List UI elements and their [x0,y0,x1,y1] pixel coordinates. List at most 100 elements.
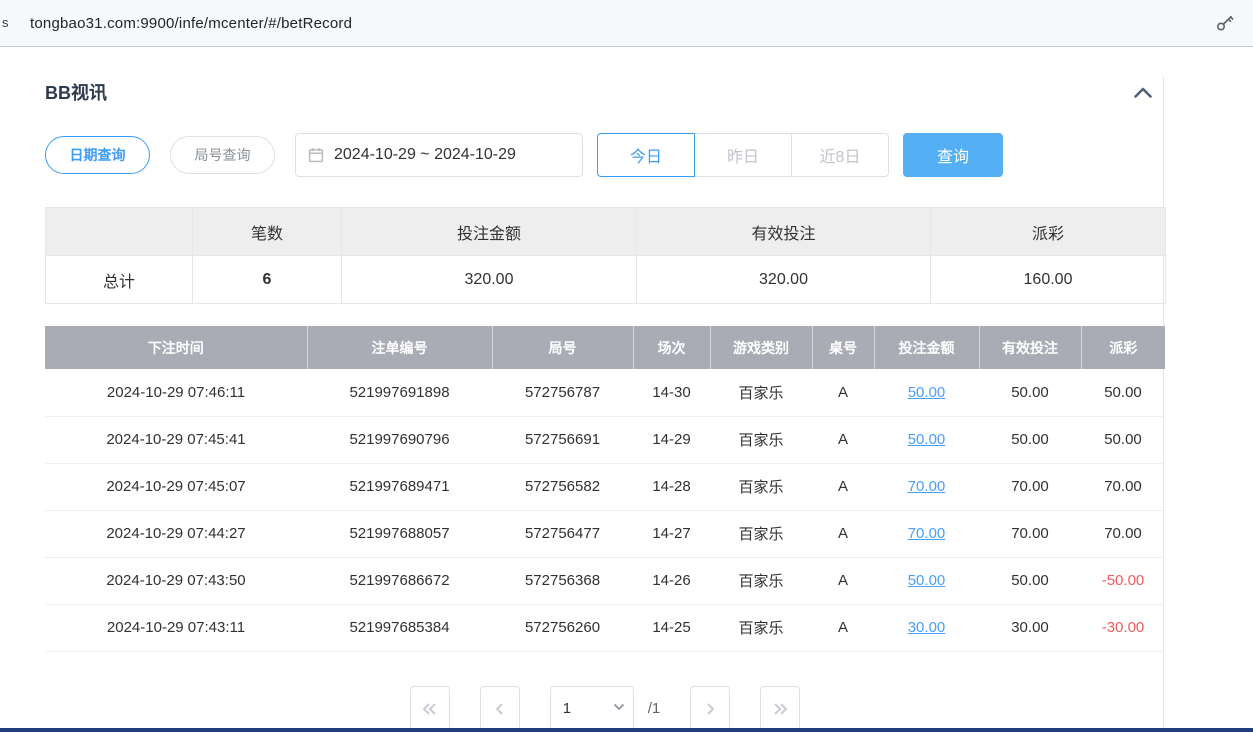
cell-order: 521997686672 [307,557,492,604]
cell-round: 572756582 [492,463,633,510]
date-query-tab[interactable]: 日期查询 [45,136,150,174]
cell-valid: 50.00 [979,369,1081,416]
cell-order: 521997690796 [307,416,492,463]
cell-valid: 50.00 [979,416,1081,463]
cell-round: 572756691 [492,416,633,463]
cell-time: 2024-10-29 07:43:50 [45,557,307,604]
cell-order: 521997691898 [307,369,492,416]
bet-amount-link[interactable]: 50.00 [908,431,946,448]
cell-game: 百家乐 [710,510,812,557]
bet-amount-link[interactable]: 50.00 [908,572,946,589]
search-button[interactable]: 查询 [903,133,1003,177]
summary-total-count: 6 [193,256,342,304]
collapse-chevron-up-icon[interactable] [1133,86,1153,99]
pagination: 1 /1 [45,686,1165,732]
url-text[interactable]: tongbao31.com:9900/infe/mcenter/#/betRec… [30,15,352,32]
prev-page-button[interactable] [480,686,520,732]
summary-header-count: 笔数 [193,208,342,256]
date-range-value: 2024-10-29 ~ 2024-10-29 [334,146,516,164]
header-order-number: 注单编号 [307,326,492,369]
cell-session: 14-30 [633,369,710,416]
summary-header-valid-bet: 有效投注 [637,208,931,256]
cell-payout: -30.00 [1081,604,1165,651]
date-range-input[interactable]: 2024-10-29 ~ 2024-10-29 [295,133,583,177]
cell-bet: 50.00 [874,369,979,416]
bottom-edge-bar [0,728,1253,732]
cell-round: 572756787 [492,369,633,416]
table-row: 2024-10-29 07:43:50521997686672572756368… [45,557,1165,604]
cell-bet: 30.00 [874,604,979,651]
summary-total-label: 总计 [46,256,193,304]
header-bet-amount: 投注金额 [874,326,979,369]
cell-session: 14-29 [633,416,710,463]
bet-table-body: 2024-10-29 07:46:11521997691898572756787… [45,369,1165,651]
summary-total-bet-amount: 320.00 [342,256,637,304]
quick-date-group: 今日 昨日 近8日 [597,133,889,177]
header-bet-time: 下注时间 [45,326,307,369]
cell-table: A [812,557,874,604]
cell-payout: 70.00 [1081,510,1165,557]
cell-table: A [812,463,874,510]
cell-session: 14-26 [633,557,710,604]
summary-table: 笔数 投注金额 有效投注 派彩 总计 6 320.00 320.00 160.0… [45,207,1166,304]
summary-header-row: 笔数 投注金额 有效投注 派彩 [46,208,1166,256]
cell-round: 572756368 [492,557,633,604]
cell-payout: 50.00 [1081,416,1165,463]
calendar-icon [308,147,324,163]
cell-valid: 70.00 [979,463,1081,510]
last-8-days-button[interactable]: 近8日 [791,133,889,177]
header-round-number: 局号 [492,326,633,369]
next-page-button[interactable] [690,686,730,732]
cell-round: 572756260 [492,604,633,651]
cell-table: A [812,604,874,651]
password-key-icon[interactable] [1215,13,1237,33]
first-page-button[interactable] [410,686,450,732]
summary-header-empty [46,208,193,256]
page-title: BB视讯 [45,79,107,105]
panel-header: BB视讯 [45,77,1165,107]
bet-amount-link[interactable]: 70.00 [908,478,946,495]
bet-amount-link[interactable]: 30.00 [908,619,946,636]
header-session: 场次 [633,326,710,369]
browser-top-bar: s tongbao31.com:9900/infe/mcenter/#/betR… [0,0,1253,47]
filter-row: 日期查询 局号查询 2024-10-29 ~ 2024-10-29 今日 昨日 … [45,133,1165,177]
round-query-tab[interactable]: 局号查询 [170,136,275,174]
cell-bet: 50.00 [874,416,979,463]
summary-total-row: 总计 6 320.00 320.00 160.00 [46,256,1166,304]
table-row: 2024-10-29 07:45:41521997690796572756691… [45,416,1165,463]
cell-game: 百家乐 [710,369,812,416]
cell-round: 572756477 [492,510,633,557]
cell-valid: 30.00 [979,604,1081,651]
page-total-label: /1 [648,700,661,717]
table-row: 2024-10-29 07:44:27521997688057572756477… [45,510,1165,557]
cell-time: 2024-10-29 07:45:07 [45,463,307,510]
cell-session: 14-28 [633,463,710,510]
page-select[interactable]: 1 [550,686,634,732]
cell-order: 521997685384 [307,604,492,651]
bet-amount-link[interactable]: 70.00 [908,525,946,542]
cell-game: 百家乐 [710,416,812,463]
cell-game: 百家乐 [710,557,812,604]
cell-valid: 70.00 [979,510,1081,557]
header-game-type: 游戏类别 [710,326,812,369]
cell-time: 2024-10-29 07:44:27 [45,510,307,557]
cell-payout: -50.00 [1081,557,1165,604]
cell-game: 百家乐 [710,463,812,510]
summary-total-payout: 160.00 [931,256,1166,304]
cell-valid: 50.00 [979,557,1081,604]
today-button[interactable]: 今日 [597,133,695,177]
cell-time: 2024-10-29 07:43:11 [45,604,307,651]
page-select-wrap: 1 [550,686,634,732]
header-payout: 派彩 [1081,326,1165,369]
window-edge-fragment: s [2,15,9,30]
cell-bet: 70.00 [874,463,979,510]
bet-amount-link[interactable]: 50.00 [908,384,946,401]
cell-time: 2024-10-29 07:45:41 [45,416,307,463]
cell-time: 2024-10-29 07:46:11 [45,369,307,416]
table-row: 2024-10-29 07:46:11521997691898572756787… [45,369,1165,416]
last-page-button[interactable] [760,686,800,732]
summary-header-payout: 派彩 [931,208,1166,256]
yesterday-button[interactable]: 昨日 [694,133,792,177]
table-row: 2024-10-29 07:45:07521997689471572756582… [45,463,1165,510]
summary-header-bet-amount: 投注金额 [342,208,637,256]
